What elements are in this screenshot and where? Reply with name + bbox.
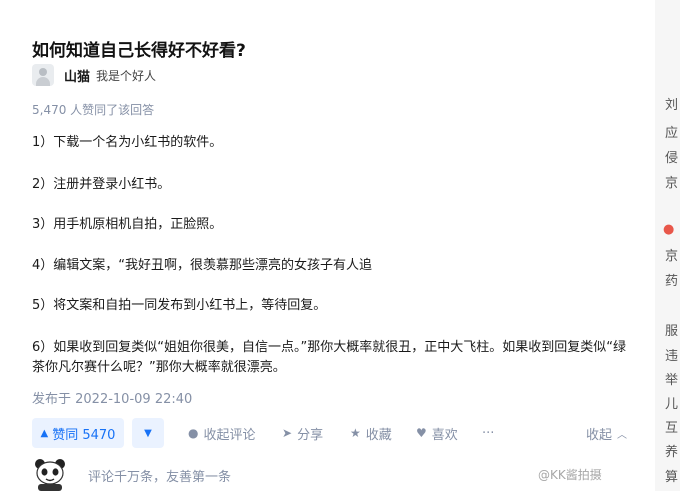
favorite-button[interactable]: ★ 收藏 xyxy=(350,418,392,448)
sidebar-item[interactable]: 药 xyxy=(665,270,678,289)
sidebar-item[interactable]: 养 xyxy=(665,441,678,460)
comment-input[interactable]: 评论千万条，友善第一条 xyxy=(88,466,231,485)
publish-time: 发布于 2022-10-09 22:40 xyxy=(32,392,193,407)
like-label: 喜欢 xyxy=(431,427,458,443)
favorite-label: 收藏 xyxy=(365,427,392,443)
heart-icon: ♥ xyxy=(416,426,427,440)
answer-paragraph: 1）下载一个名为小红书的软件。 xyxy=(32,135,223,150)
share-label: 分享 xyxy=(297,427,324,443)
answer-paragraph: 3）用手机原相机自拍，正脸照。 xyxy=(32,217,223,232)
avatar[interactable] xyxy=(32,64,54,86)
question-title[interactable]: 如何知道自己长得好不好看? xyxy=(32,36,246,61)
share-button[interactable]: ➤ 分享 xyxy=(282,418,323,448)
author-row: 山猫 我是个好人 xyxy=(32,62,156,88)
answer-paragraph: 2）注册并登录小红书。 xyxy=(32,177,171,192)
more-label: ··· xyxy=(482,425,495,441)
right-sidebar-peek: 刘 应 侵 京 京 药 服 违 举 儿 互 养 算 ● xyxy=(655,0,680,491)
author-bio: 我是个好人 xyxy=(96,68,157,83)
sidebar-item[interactable]: 算 xyxy=(665,466,678,485)
collapse-button[interactable]: 收起 ︿ xyxy=(586,418,627,448)
downvote-button[interactable]: ▼ xyxy=(132,418,164,448)
panda-avatar-icon xyxy=(35,459,65,491)
vote-summary: 5,470 人赞同了该回答 xyxy=(32,103,155,117)
like-button[interactable]: ♥ 喜欢 xyxy=(416,418,458,448)
sidebar-item[interactable]: 举 xyxy=(665,369,678,388)
comment-button[interactable]: ● 收起评论 xyxy=(188,418,256,448)
comment-label: 收起评论 xyxy=(203,427,256,443)
triangle-down-icon: ▼ xyxy=(144,427,152,439)
answer-paragraph: 4）编辑文案，“我好丑啊，很羡慕那些漂亮的女孩子有人追 xyxy=(32,258,373,273)
action-bar: ▲ 赞同 5470 ▼ ● 收起评论 ➤ 分享 ★ 收藏 ♥ 喜欢 ··· 收起… xyxy=(32,418,642,448)
sidebar-item[interactable]: 刘 xyxy=(665,94,678,113)
watermark-text: @KK酱拍摄 xyxy=(538,468,602,482)
emoji-icon: ● xyxy=(663,222,675,237)
sidebar-item[interactable]: 儿 xyxy=(665,393,678,412)
star-icon: ★ xyxy=(350,426,361,440)
sidebar-item[interactable]: 应 xyxy=(665,122,678,141)
sidebar-item[interactable]: 侵 xyxy=(665,147,678,166)
sidebar-item[interactable]: 京 xyxy=(665,172,678,191)
upvote-button[interactable]: ▲ 赞同 5470 xyxy=(32,418,124,448)
comment-icon: ● xyxy=(188,426,199,440)
share-icon: ➤ xyxy=(282,426,293,440)
answer-paragraph: 5）将文案和自拍一同发布到小红书上，等待回复。 xyxy=(32,298,327,313)
upvote-label: 赞同 5470 xyxy=(52,427,116,443)
sidebar-item[interactable]: 京 xyxy=(665,245,678,264)
answer-paragraph: 6）如果收到回复类似“姐姐你很美，自信一点。”那你大概率就很丑，正中大飞柱。如果… xyxy=(32,340,626,375)
chevron-up-icon: ︿ xyxy=(617,429,628,441)
answer-card: 如何知道自己长得好不好看? 山猫 我是个好人 5,470 人赞同了该回答 1）下… xyxy=(0,0,655,491)
collapse-label: 收起 xyxy=(586,427,613,443)
sidebar-item[interactable]: 违 xyxy=(665,345,678,364)
sidebar-item[interactable]: 互 xyxy=(665,417,678,436)
sidebar-item[interactable]: 服 xyxy=(665,320,678,339)
triangle-up-icon: ▲ xyxy=(40,427,49,439)
more-button[interactable]: ··· xyxy=(482,418,494,448)
author-name[interactable]: 山猫 xyxy=(64,66,90,85)
